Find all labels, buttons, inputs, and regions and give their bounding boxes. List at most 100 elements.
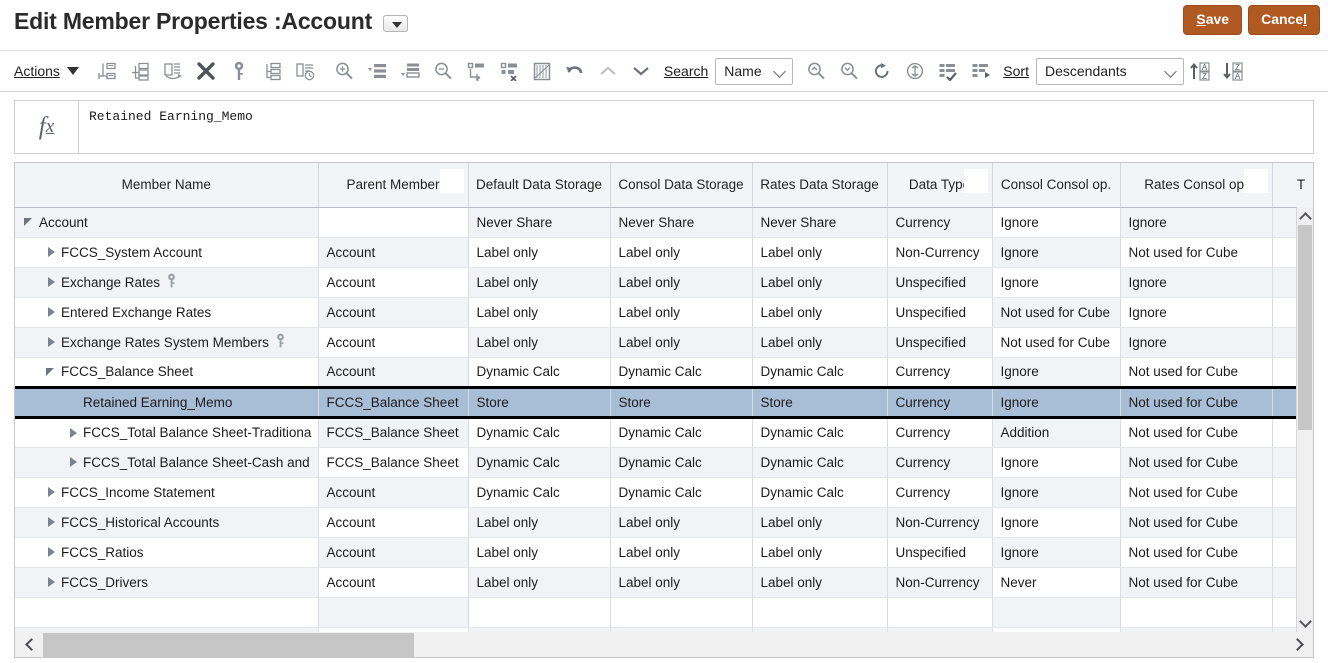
cell-consol-storage[interactable]: Label only	[610, 327, 752, 357]
cell-rates-op[interactable]: Not used for Cube	[1120, 237, 1272, 267]
cell-data-type[interactable]: Non-Currency	[887, 567, 992, 597]
cell-data-type[interactable]: Currency	[887, 447, 992, 477]
cell-default-storage[interactable]: Label only	[468, 237, 610, 267]
cell-consol-storage[interactable]: Dynamic Calc	[610, 357, 752, 387]
cell-consol-op[interactable]: Ignore	[992, 267, 1120, 297]
cell-member-name[interactable]: FCCS_Balance Sheet	[15, 357, 318, 387]
sort-scope-select[interactable]: Descendants	[1036, 58, 1184, 85]
column-header-rates-data-storage[interactable]: Rates Data Storage	[752, 163, 887, 207]
add-sibling-icon[interactable]	[91, 56, 124, 86]
move-down-icon[interactable]	[625, 56, 658, 86]
cell-consol-storage[interactable]: Label only	[610, 567, 752, 597]
cell-consol-op[interactable]: Ignore	[992, 477, 1120, 507]
cell-rates-op[interactable]: Not used for Cube	[1120, 537, 1272, 567]
cell-rates-storage[interactable]: Label only	[752, 537, 887, 567]
cell-parent[interactable]: Account	[318, 267, 468, 297]
cell-data-type[interactable]	[887, 597, 992, 627]
cell-parent[interactable]: Account	[318, 297, 468, 327]
table-row[interactable]	[15, 597, 1314, 627]
cell-rates-storage[interactable]: Label only	[752, 297, 887, 327]
cell-member-name[interactable]: FCCS_Income Statement	[15, 477, 318, 507]
column-header-consol-consol-op[interactable]: Consol Consol op.	[992, 163, 1120, 207]
table-row[interactable]: Entered Exchange RatesAccountLabel onlyL…	[15, 297, 1314, 327]
cell-rates-op[interactable]	[1120, 597, 1272, 627]
table-row[interactable]: FCCS_Income StatementAccountDynamic Calc…	[15, 477, 1314, 507]
horizontal-scroll-thumb[interactable]	[43, 633, 414, 657]
cell-consol-op[interactable]: Ignore	[992, 507, 1120, 537]
cell-consol-storage[interactable]: Dynamic Calc	[610, 447, 752, 477]
cell-data-type[interactable]: Non-Currency	[887, 507, 992, 537]
table-row[interactable]: FCCS_DriversAccountLabel onlyLabel onlyL…	[15, 567, 1314, 597]
scroll-up-button[interactable]	[1297, 207, 1313, 225]
cell-consol-storage[interactable]: Never Share	[610, 207, 752, 237]
cell-data-type[interactable]: Currency	[887, 387, 992, 417]
cell-consol-op[interactable]: Not used for Cube	[992, 327, 1120, 357]
table-row[interactable]: FCCS_Balance SheetAccountDynamic CalcDyn…	[15, 357, 1314, 387]
cell-member-name[interactable]: FCCS_Historical Accounts	[15, 507, 318, 537]
cell-default-storage[interactable]: Dynamic Calc	[468, 477, 610, 507]
table-row[interactable]: Exchange Rates System MembersAccountLabe…	[15, 327, 1314, 357]
vertical-scrollbar[interactable]	[1296, 207, 1313, 632]
refresh-cube-icon[interactable]	[898, 56, 931, 86]
cell-consol-op[interactable]: Not used for Cube	[992, 297, 1120, 327]
cell-consol-storage[interactable]: Label only	[610, 267, 752, 297]
move-up-icon[interactable]	[592, 56, 625, 86]
cell-default-storage[interactable]: Label only	[468, 297, 610, 327]
cell-member-name[interactable]: Entered Exchange Rates	[15, 297, 318, 327]
cell-parent[interactable]	[318, 207, 468, 237]
cell-data-type[interactable]: Unspecified	[887, 537, 992, 567]
cell-rates-op[interactable]: Not used for Cube	[1120, 417, 1272, 447]
cell-rates-storage[interactable]: Dynamic Calc	[752, 357, 887, 387]
cell-consol-op[interactable]: Ignore	[992, 237, 1120, 267]
cell-default-storage[interactable]: Label only	[468, 267, 610, 297]
scroll-down-button[interactable]	[1297, 614, 1313, 632]
collapse-level-icon[interactable]	[394, 56, 427, 86]
column-header-truncated[interactable]: T	[1272, 163, 1314, 207]
cell-consol-storage[interactable]: Dynamic Calc	[610, 477, 752, 507]
sort-ascending-icon[interactable]: A Z	[1184, 56, 1217, 86]
add-child-icon[interactable]	[124, 56, 157, 86]
cell-rates-op[interactable]: Ignore	[1120, 297, 1272, 327]
cell-data-type[interactable]: Non-Currency	[887, 237, 992, 267]
search-up-icon[interactable]	[799, 56, 832, 86]
column-header-data-type[interactable]: Data Type	[887, 163, 992, 207]
search-down-icon[interactable]	[832, 56, 865, 86]
cell-parent[interactable]: Account	[318, 567, 468, 597]
table-row[interactable]: Exchange RatesAccountLabel onlyLabel onl…	[15, 267, 1314, 297]
cell-consol-op[interactable]: Ignore	[992, 207, 1120, 237]
expand-node-icon[interactable]	[67, 426, 83, 440]
fx-icon[interactable]: fx	[15, 101, 79, 153]
expand-node-icon[interactable]	[45, 575, 61, 589]
cell-data-type[interactable]: Unspecified	[887, 327, 992, 357]
cell-data-type[interactable]: Unspecified	[887, 267, 992, 297]
column-header-parent-member[interactable]: Parent Member	[318, 163, 468, 207]
cell-consol-op[interactable]: Ignore	[992, 537, 1120, 567]
cell-rates-storage[interactable]: Store	[752, 387, 887, 417]
cell-rates-storage[interactable]: Dynamic Calc	[752, 477, 887, 507]
horizontal-scroll-track[interactable]	[43, 633, 1285, 657]
cell-member-name[interactable]	[15, 597, 318, 627]
cell-rates-storage[interactable]: Label only	[752, 267, 887, 297]
cell-rates-storage[interactable]: Dynamic Calc	[752, 417, 887, 447]
cell-rates-op[interactable]: Not used for Cube	[1120, 447, 1272, 477]
expand-node-icon[interactable]	[45, 305, 61, 319]
cell-rates-op[interactable]: Not used for Cube	[1120, 567, 1272, 597]
expand-node-icon[interactable]	[45, 515, 61, 529]
cell-member-name[interactable]: Retained Earning_Memo	[15, 387, 318, 417]
move-member-icon[interactable]	[256, 56, 289, 86]
cell-default-storage[interactable]: Never Share	[468, 207, 610, 237]
scroll-right-button[interactable]	[1285, 633, 1313, 657]
expand-node-icon[interactable]	[67, 455, 83, 469]
cell-parent[interactable]: Account	[318, 327, 468, 357]
cell-default-storage[interactable]: Label only	[468, 327, 610, 357]
table-row[interactable]: FCCS_System AccountAccountLabel onlyLabe…	[15, 237, 1314, 267]
cell-consol-op[interactable]: Never	[992, 567, 1120, 597]
edit-member-icon[interactable]	[157, 56, 190, 86]
show-properties-icon[interactable]	[931, 56, 964, 86]
cell-consol-storage[interactable]: Dynamic Calc	[610, 417, 752, 447]
cell-consol-storage[interactable]: Label only	[610, 237, 752, 267]
cell-member-name[interactable]: FCCS_Total Balance Sheet-Traditional	[15, 417, 318, 447]
cell-consol-op[interactable]: Ignore	[992, 447, 1120, 477]
cell-parent[interactable]: Account	[318, 537, 468, 567]
table-row[interactable]: Retained Earning_MemoFCCS_Balance SheetS…	[15, 387, 1314, 417]
